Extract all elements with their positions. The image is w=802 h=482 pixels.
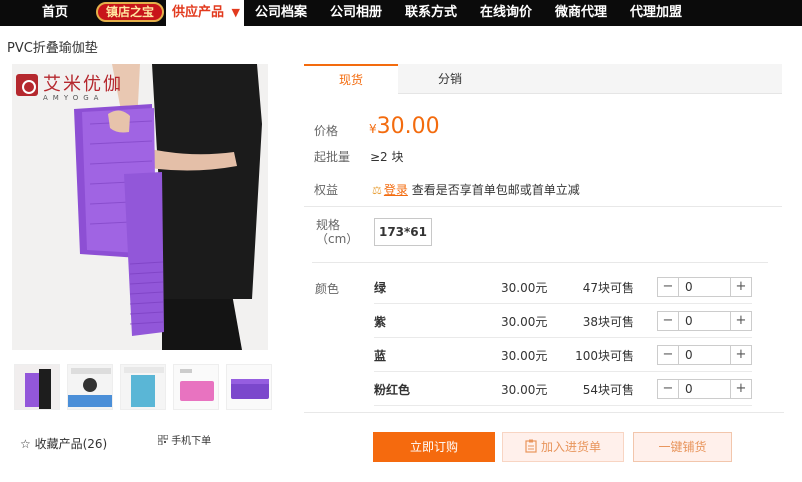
buy-now-button[interactable]: 立即订购 <box>373 432 495 462</box>
brand-logo-icon <box>16 74 38 96</box>
currency-symbol: ¥ <box>369 122 377 136</box>
nav-franchise[interactable]: 代理加盟 <box>630 0 682 26</box>
mobile-order[interactable]: 手机下单 <box>157 432 212 447</box>
divider <box>304 412 784 413</box>
sku-color-name: 粉红色 <box>374 383 411 397</box>
sku-color-name: 蓝 <box>374 349 387 363</box>
login-link[interactable]: 登录 <box>384 183 408 197</box>
brand-logo-text: 艾米优伽 <box>43 74 123 95</box>
sku-price: 30.00元 <box>501 383 548 397</box>
sku-stock: 47块可售 <box>582 281 634 295</box>
perk-text: 查看是否享首单包邮或首单立减 <box>411 183 580 197</box>
increment-button[interactable]: + <box>731 312 751 330</box>
nav-company-album[interactable]: 公司相册 <box>330 0 382 26</box>
add-to-cart-label: 加入进货单 <box>540 440 601 454</box>
perk-label: 权益 <box>314 183 339 197</box>
price-value: ¥30.00 <box>369 114 440 139</box>
one-click-list-button[interactable]: 一键铺货 <box>633 432 732 462</box>
dropdown-arrow-icon: ▼ <box>231 6 240 19</box>
sku-color-name: 紫 <box>374 315 387 329</box>
decrement-button[interactable]: − <box>658 380 678 398</box>
increment-button[interactable]: + <box>731 346 751 364</box>
nav-wechat-agent[interactable]: 微商代理 <box>555 0 607 26</box>
thumbnail-1-image <box>15 365 59 409</box>
nav-company-profile[interactable]: 公司档案 <box>255 0 307 26</box>
price-amount: 30.00 <box>376 114 440 139</box>
sale-type-tabs: 现货 分销 <box>304 64 782 95</box>
coupon-icon: ⚖ <box>372 184 382 197</box>
thumbnail-2-image <box>68 365 112 409</box>
perk-info: ⚖ 登录 查看是否享首单包邮或首单立减 <box>372 181 580 198</box>
sku-row: 紫 30.00元 38块可售 − 0 + <box>374 304 752 338</box>
decrement-button[interactable]: − <box>658 312 678 330</box>
quantity-stepper: − 0 + <box>657 379 752 399</box>
product-title: PVC折叠瑜伽垫 <box>7 41 98 56</box>
quantity-stepper: − 0 + <box>657 277 752 297</box>
thumbnail-strip <box>14 364 279 410</box>
nav-home[interactable]: 首页 <box>42 0 68 26</box>
decrement-button[interactable]: − <box>658 278 678 296</box>
thumbnail-4-image <box>174 365 218 409</box>
nav-contact[interactable]: 联系方式 <box>405 0 457 26</box>
sku-price: 30.00元 <box>501 315 548 329</box>
quantity-input[interactable]: 0 <box>678 346 731 364</box>
sku-row: 蓝 30.00元 100块可售 − 0 + <box>374 338 752 372</box>
sku-row: 绿 30.00元 47块可售 − 0 + <box>374 270 752 304</box>
top-nav: 首页 镇店之宝 供应产品 ▼ 公司档案 公司相册 联系方式 在线询价 微商代理 … <box>0 0 802 26</box>
product-photo <box>12 64 268 350</box>
thumbnail-5-image <box>227 365 271 409</box>
quantity-input[interactable]: 0 <box>678 278 731 296</box>
star-icon: ☆ <box>20 437 31 451</box>
sku-color-name: 绿 <box>374 281 387 295</box>
clipboard-icon <box>525 439 537 453</box>
sku-stock: 100块可售 <box>575 349 634 363</box>
color-label: 颜色 <box>315 282 340 296</box>
brand-logo: 艾米优伽 <box>16 74 123 96</box>
sku-row: 粉红色 30.00元 54块可售 − 0 + <box>374 372 752 406</box>
price-label: 价格 <box>314 124 339 138</box>
tab-in-stock[interactable]: 现货 <box>304 64 398 95</box>
thumbnail-3-image <box>121 365 165 409</box>
sku-price: 30.00元 <box>501 349 548 363</box>
nav-featured-badge[interactable]: 镇店之宝 <box>96 2 164 22</box>
decrement-button[interactable]: − <box>658 346 678 364</box>
divider <box>312 262 768 263</box>
quantity-input[interactable]: 0 <box>678 380 731 398</box>
quantity-stepper: − 0 + <box>657 345 752 365</box>
thumbnail-1[interactable] <box>14 364 60 410</box>
tab-distribution[interactable]: 分销 <box>398 64 502 94</box>
thumbnail-3[interactable] <box>120 364 166 410</box>
quantity-input[interactable]: 0 <box>678 312 731 330</box>
main-product-image[interactable]: 艾米优伽 AMYOGA <box>12 64 268 350</box>
favorite-product[interactable]: ☆ 收藏产品(26) <box>20 435 107 452</box>
quantity-stepper: − 0 + <box>657 311 752 331</box>
divider <box>304 206 782 207</box>
increment-button[interactable]: + <box>731 380 751 398</box>
spec-option-173x61[interactable]: 173*61 <box>374 218 432 246</box>
add-to-cart-button[interactable]: 加入进货单 <box>502 432 624 462</box>
spec-label-text: 规格 <box>316 218 341 232</box>
brand-logo-subtext: AMYOGA <box>43 94 104 102</box>
mobile-order-label: 手机下单 <box>171 436 212 447</box>
spec-label-unit: （cm） <box>316 232 359 246</box>
sku-stock: 54块可售 <box>582 383 634 397</box>
spec-label: 规格 （cm） <box>316 218 358 246</box>
sku-stock: 38块可售 <box>582 315 634 329</box>
moq-label: 起批量 <box>314 150 351 164</box>
increment-button[interactable]: + <box>731 278 751 296</box>
qrcode-icon <box>157 434 169 446</box>
sku-price: 30.00元 <box>501 281 548 295</box>
nav-inquiry[interactable]: 在线询价 <box>480 0 532 26</box>
favorite-label: 收藏产品(26) <box>34 437 108 451</box>
thumbnail-2[interactable] <box>67 364 113 410</box>
nav-products-label: 供应产品 <box>172 5 225 20</box>
moq-value: ≥2 块 <box>370 150 404 164</box>
thumbnail-5[interactable] <box>226 364 272 410</box>
thumbnail-4[interactable] <box>173 364 219 410</box>
nav-products[interactable]: 供应产品 ▼ <box>166 0 244 26</box>
